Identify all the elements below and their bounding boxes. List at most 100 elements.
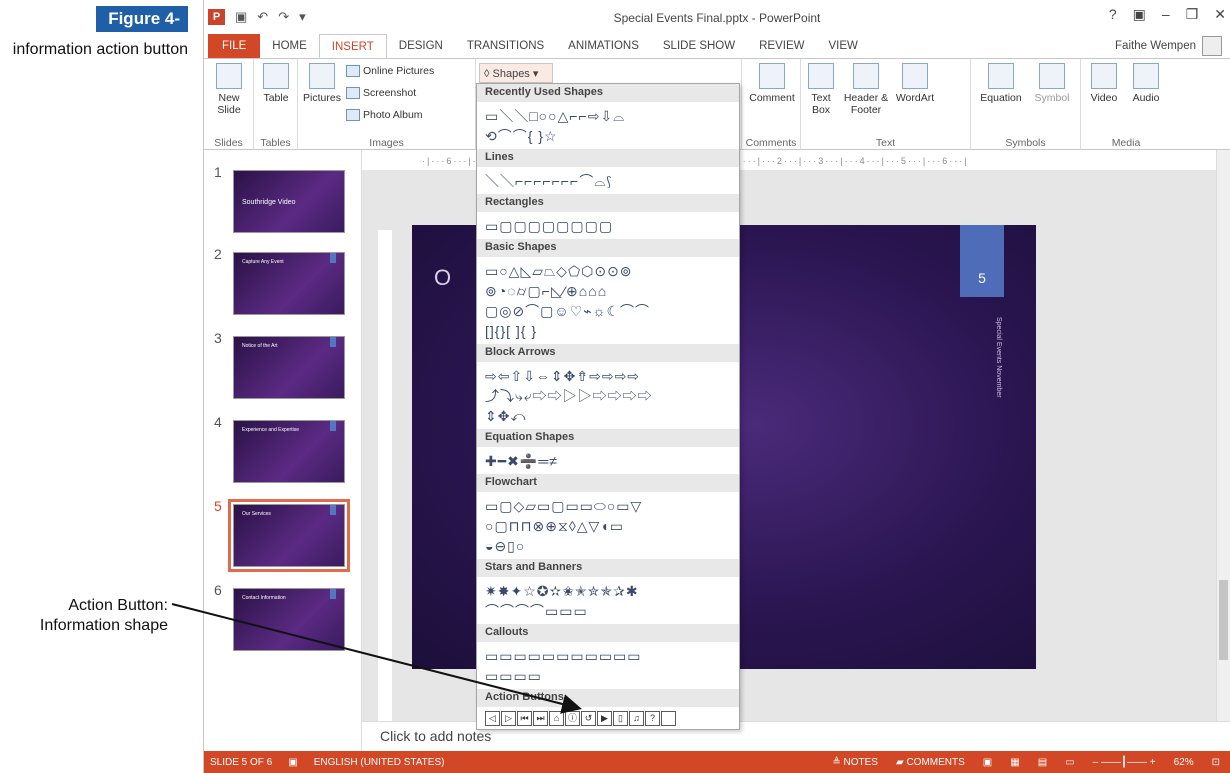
action-button-back[interactable]: ◁ bbox=[485, 711, 500, 726]
shape-row[interactable]: ○▢⊓⊓⊗⊕⧖◊△▽◖▭ bbox=[485, 516, 731, 536]
pictures-icon bbox=[309, 63, 335, 89]
shape-row[interactable]: ＼＼⌐⌐⌐⌐⌐⌐⌐⌒⌓⟆ bbox=[485, 171, 731, 191]
wordart-icon bbox=[902, 63, 928, 89]
group-label-comments: Comments bbox=[745, 137, 797, 149]
new-slide-icon bbox=[216, 63, 242, 89]
normal-view-icon[interactable]: ▣ bbox=[983, 757, 992, 768]
action-buttons-row: ◁ ▷ ⏮ ⏭ ⌂ ⓘ ↺ ▶ ▯ ♫ ? bbox=[485, 711, 731, 726]
tab-home[interactable]: HOME bbox=[260, 34, 319, 58]
action-button-document[interactable]: ▯ bbox=[613, 711, 628, 726]
shape-row[interactable]: ▭▭▭▭▭▭▭▭▭▭▭ bbox=[485, 646, 731, 666]
action-button-forward[interactable]: ▷ bbox=[501, 711, 516, 726]
tab-file[interactable]: FILE bbox=[208, 34, 261, 58]
action-button-home[interactable]: ⌂ bbox=[549, 711, 564, 726]
reading-view-icon[interactable]: ▤ bbox=[1038, 757, 1047, 768]
minimize-icon[interactable]: – bbox=[1162, 6, 1170, 23]
close-icon[interactable]: ✕ bbox=[1214, 6, 1226, 23]
table-button[interactable]: Table bbox=[258, 63, 294, 104]
category-callouts: Callouts ▭▭▭▭▭▭▭▭▭▭▭ ▭▭▭▭ bbox=[477, 624, 739, 689]
equation-button[interactable]: Equation bbox=[975, 63, 1027, 104]
category-rectangles: Rectangles ▭▢▢▢▢▢▢▢▢ bbox=[477, 194, 739, 239]
shape-row[interactable]: ⤴⤵⤷⤶⇨⇨▷▷⇨⇨⇨⇨ bbox=[485, 386, 731, 406]
action-button-information[interactable]: ⓘ bbox=[565, 711, 580, 726]
slideshow-icon[interactable]: ▭ bbox=[1065, 757, 1074, 768]
photo-album-button[interactable]: Photo Album bbox=[346, 109, 423, 122]
tab-animations[interactable]: ANIMATIONS bbox=[556, 34, 651, 58]
slide-sorter-icon[interactable]: ▦ bbox=[1010, 757, 1019, 768]
shapes-icon: ◊ bbox=[484, 68, 493, 80]
action-button-beginning[interactable]: ⏮ bbox=[517, 711, 532, 726]
slide-thumbnails-pane: 1 Southridge Video 2 Capture Any Event 3… bbox=[204, 150, 362, 751]
action-button-movie[interactable]: ▶ bbox=[597, 711, 612, 726]
action-button-return[interactable]: ↺ bbox=[581, 711, 596, 726]
figure-label: Figure 4-17 bbox=[96, 6, 188, 48]
user-account[interactable]: Faithe Wempen bbox=[1115, 34, 1222, 58]
shape-row[interactable]: ▢◎⊘⌒▢☺♡⌁☼☾⌒⌒ bbox=[485, 301, 731, 321]
shapes-gallery: Recently Used Shapes ▭＼＼□○○△⌐⌐⇨⇩⌓ ⟲⌒⌒{ }… bbox=[476, 83, 740, 730]
shape-row[interactable]: ▭▢◇▱▭▢▭▭⬭○▭▽ bbox=[485, 496, 731, 516]
vertical-scrollbar[interactable] bbox=[1216, 150, 1230, 721]
group-images: Pictures Online Pictures Screenshot Phot… bbox=[298, 59, 476, 151]
shape-row[interactable]: ▭▭▭▭ bbox=[485, 666, 731, 686]
user-name: Faithe Wempen bbox=[1115, 40, 1196, 52]
slide-title[interactable]: O bbox=[434, 265, 451, 291]
fit-to-window-icon[interactable]: ⊡ bbox=[1212, 757, 1220, 768]
help-icon[interactable]: ? bbox=[1109, 6, 1117, 23]
omega-icon bbox=[1039, 63, 1065, 89]
action-button-end[interactable]: ⏭ bbox=[533, 711, 548, 726]
pi-icon bbox=[988, 63, 1014, 89]
tab-transitions[interactable]: TRANSITIONS bbox=[455, 34, 556, 58]
tab-view[interactable]: VIEW bbox=[816, 34, 869, 58]
spell-check-icon[interactable]: ▣ bbox=[288, 757, 297, 768]
video-icon bbox=[1091, 63, 1117, 89]
wordart-button[interactable]: WordArt bbox=[893, 63, 937, 104]
zoom-slider[interactable]: – ——┃—— + bbox=[1093, 757, 1156, 768]
text-box-icon bbox=[808, 63, 834, 89]
shape-row[interactable]: ⊚◔◌⌭▢⌐◺⁄⊕⌂⌂⌂ bbox=[485, 281, 731, 301]
video-button[interactable]: Video bbox=[1085, 63, 1123, 104]
tab-design[interactable]: DESIGN bbox=[387, 34, 455, 58]
category-equation-shapes: Equation Shapes ✚━✖➗═≠ bbox=[477, 429, 739, 474]
action-button-custom[interactable] bbox=[661, 711, 676, 726]
group-slides: New Slide Slides bbox=[204, 59, 254, 151]
action-button-help[interactable]: ? bbox=[645, 711, 660, 726]
shape-row[interactable]: ✷✸✦☆✪✫✬✭✮✯✰✱ bbox=[485, 581, 731, 601]
tab-review[interactable]: REVIEW bbox=[747, 34, 816, 58]
restore-icon[interactable]: ❐ bbox=[1186, 6, 1199, 23]
shape-row[interactable]: ▭▢▢▢▢▢▢▢▢ bbox=[485, 216, 731, 236]
notes-button[interactable]: ≜ NOTES bbox=[832, 757, 878, 768]
shape-row[interactable]: ⟲⌒⌒{ }☆ bbox=[485, 126, 731, 146]
pictures-button[interactable]: Pictures bbox=[300, 63, 344, 104]
shape-row[interactable]: ⇨⇦⇧⇩⇔⇕✥⇮⇨⇨⇨⇨ bbox=[485, 366, 731, 386]
group-label-media: Media bbox=[1111, 137, 1141, 149]
category-flowchart: Flowchart ▭▢◇▱▭▢▭▭⬭○▭▽ ○▢⊓⊓⊗⊕⧖◊△▽◖▭ ◒⊖▯○ bbox=[477, 474, 739, 559]
scroll-thumb[interactable] bbox=[1219, 580, 1228, 660]
header-footer-button[interactable]: Header & Footer bbox=[841, 63, 891, 116]
action-button-sound[interactable]: ♫ bbox=[629, 711, 644, 726]
shape-row[interactable]: ⇕✥⤺ bbox=[485, 406, 731, 426]
shape-row[interactable]: ⌒⌒⌒⌒▭▭▭ bbox=[485, 601, 731, 621]
tab-slide-show[interactable]: SLIDE SHOW bbox=[651, 34, 747, 58]
tab-insert[interactable]: INSERT bbox=[318, 34, 387, 58]
group-tables: Table Tables bbox=[254, 59, 298, 151]
shape-row[interactable]: ✚━✖➗═≠ bbox=[485, 451, 731, 471]
slide-side-text: Special Events November bbox=[995, 317, 1002, 398]
shape-row[interactable]: ▭○△◺▱⏢◇⬠⬡⊙⊙⊚ bbox=[485, 261, 731, 281]
text-box-button[interactable]: Text Box bbox=[805, 63, 837, 116]
comment-button[interactable]: Comment bbox=[744, 63, 800, 104]
shapes-button[interactable]: ◊ Shapes ▾ bbox=[479, 63, 553, 83]
comments-button[interactable]: ▰ COMMENTS bbox=[896, 757, 965, 768]
screenshot-button[interactable]: Screenshot bbox=[346, 87, 416, 100]
new-slide-button[interactable]: New Slide bbox=[208, 63, 250, 116]
symbol-button[interactable]: Symbol bbox=[1029, 63, 1075, 104]
language[interactable]: ENGLISH (UNITED STATES) bbox=[314, 757, 445, 768]
ribbon-display-options-icon[interactable]: ▣ bbox=[1133, 6, 1146, 23]
shape-row[interactable]: ◒⊖▯○ bbox=[485, 536, 731, 556]
shape-row[interactable]: []{}[ ]{ } bbox=[485, 321, 731, 341]
screenshot-icon bbox=[346, 87, 360, 100]
audio-button[interactable]: Audio bbox=[1127, 63, 1165, 104]
comment-icon bbox=[759, 63, 785, 89]
zoom-level[interactable]: 62% bbox=[1174, 757, 1194, 768]
shape-row[interactable]: ▭＼＼□○○△⌐⌐⇨⇩⌓ bbox=[485, 106, 731, 126]
online-pictures-button[interactable]: Online Pictures bbox=[346, 65, 434, 78]
